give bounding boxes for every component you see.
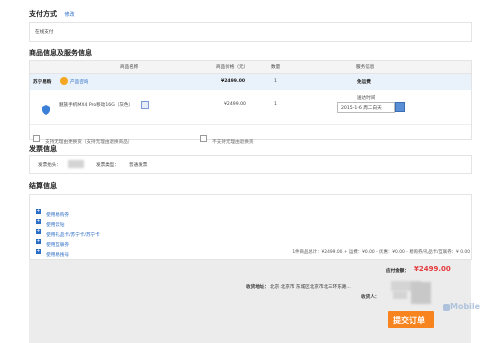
item-qty: 1	[274, 102, 277, 107]
address-label: 收货地址：	[246, 285, 269, 290]
payment-title: 支付方式 修改	[29, 10, 75, 18]
goods-table: 商品名称 商品价格（元） 数量 服务信息 苏宁易购 产品咨询 ¥2499.00 …	[29, 60, 472, 145]
calendar-icon[interactable]	[395, 102, 405, 112]
checkbox-icon	[200, 135, 207, 142]
receiver-redacted	[393, 291, 407, 299]
payment-method[interactable]: 在线支付	[35, 29, 53, 35]
goods-table-header: 商品名称 商品价格（元） 数量 服务信息	[30, 61, 471, 74]
delivery-date-picker[interactable]: 2015-1-6 周二白天	[337, 102, 395, 113]
item-tag-icon	[141, 101, 149, 109]
shop-total: ¥2499.00	[221, 79, 246, 84]
invoice-title: 发票信息	[29, 145, 57, 153]
shipping-free: 免运费	[357, 80, 371, 85]
submit-order-label: 提交订单	[393, 316, 425, 325]
watermark-logo-icon	[443, 304, 450, 311]
col-qty: 数量	[271, 65, 281, 70]
shop-qty: 1	[274, 79, 277, 84]
plus-icon: +	[36, 248, 41, 254]
payment-box: 在线支付	[29, 22, 472, 42]
invoice-type-value: 普通发票	[129, 163, 148, 168]
return-options: 支持无理由更换货（支持无理由退换商品） 不支持无理由退换货	[30, 124, 471, 145]
checkout-panel: 应付金额： ¥2499.00 收货地址： 北京 北京市 东城区北京市北三环东路.…	[29, 260, 480, 343]
payable-label: 应付金额：	[386, 269, 409, 274]
address-value: 北京 北京市 东城区北京市北三环东路...	[270, 285, 351, 290]
settle-title: 结算信息	[29, 182, 57, 190]
submit-order-button[interactable]: 提交订单	[388, 311, 434, 328]
redacted-block	[411, 282, 431, 304]
watermark: Mobile	[450, 302, 481, 311]
invoice-header-value	[68, 160, 84, 168]
receiver-label: 收货人：	[361, 295, 380, 300]
delivery-label: 送达时间	[357, 96, 376, 101]
shop-row: 苏宁易购 产品咨询 ¥2499.00 1 免运费	[30, 74, 471, 90]
payable-value: ¥2499.00	[414, 265, 451, 273]
col-service: 服务信息	[356, 65, 375, 70]
delivery-date: 2015-1-6 周二白天	[341, 106, 382, 111]
smile-icon	[60, 77, 68, 85]
item-price: ¥2499.00	[224, 102, 246, 107]
invoice-type-label: 发票类型：	[96, 163, 119, 168]
goods-title: 商品信息及服务信息	[29, 49, 92, 57]
col-price: 商品价格（元）	[216, 65, 249, 70]
return-option-2[interactable]: 不支持无理由退换货	[200, 128, 253, 147]
item-row: 魅族手机MX4 Pro移动16G（灰色） ¥2499.00 1 送达时间 201…	[30, 90, 471, 124]
use-account-link[interactable]: + 使用易搜号	[36, 241, 69, 260]
shop-name: 苏宁易购	[33, 80, 52, 85]
invoice-box: 发票抬头： 发票类型： 普通发票	[29, 155, 472, 174]
col-name: 商品名称	[120, 65, 139, 70]
order-summary: 1件商品总计：¥2499.00 + 运费：¥0.00 - 优惠：¥0.00 - …	[292, 250, 470, 255]
item-name[interactable]: 魅族手机MX4 Pro移动16G（灰色）	[59, 102, 133, 108]
invoice-header-label: 发票抬头：	[38, 163, 61, 168]
checkbox-icon	[33, 135, 40, 142]
shield-icon	[42, 100, 50, 115]
payment-edit-link[interactable]: 修改	[64, 12, 74, 18]
shop-consult-link[interactable]: 产品咨询	[70, 79, 88, 85]
